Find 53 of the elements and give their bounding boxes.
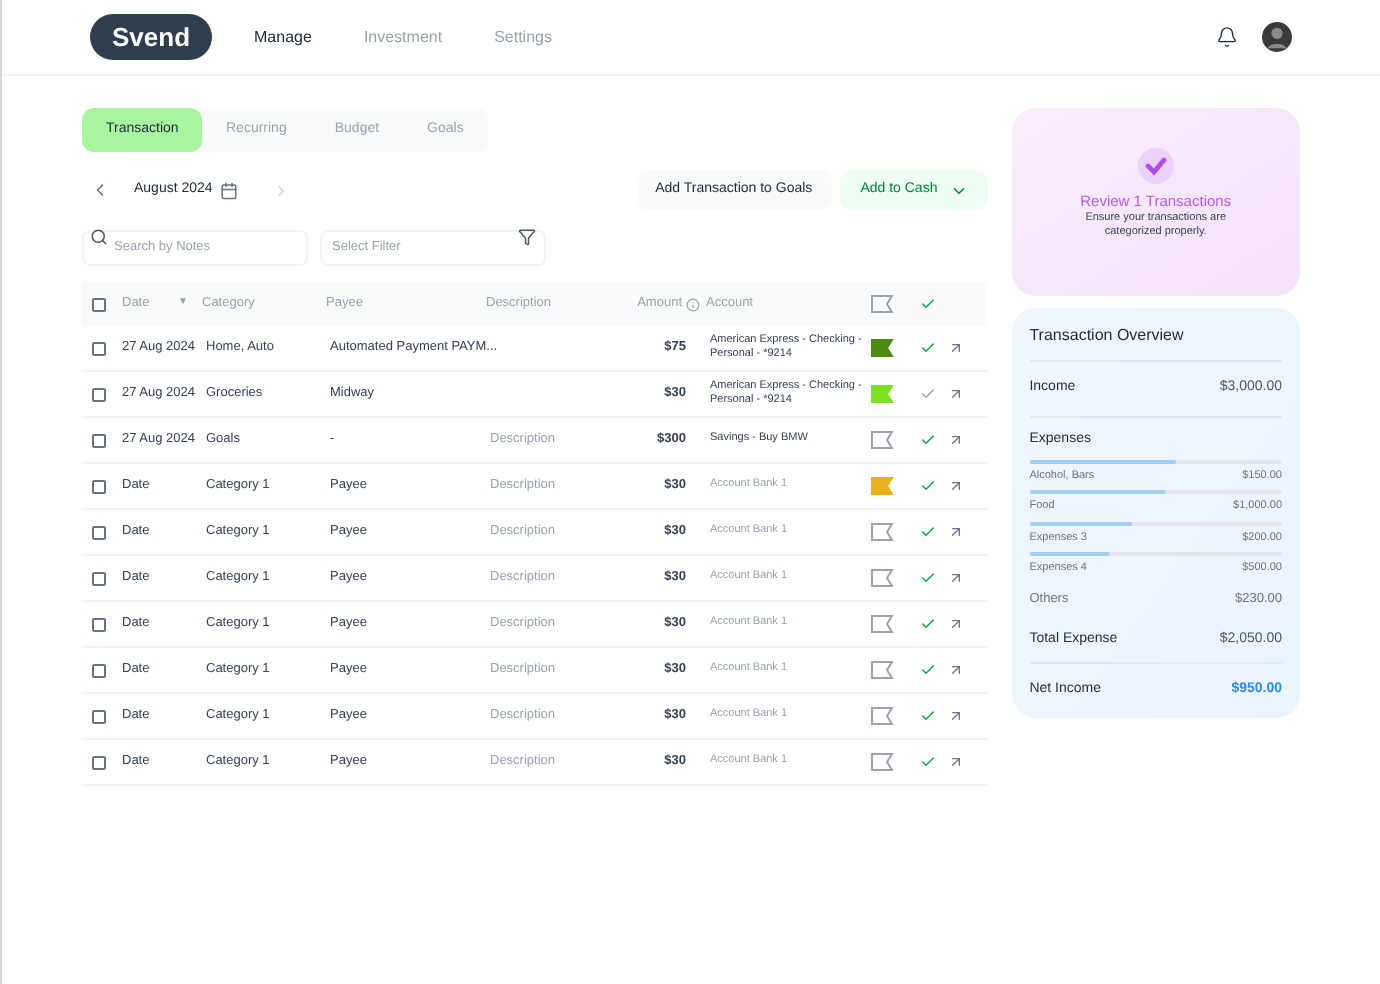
open-icon[interactable] (948, 616, 964, 632)
check-icon[interactable] (920, 340, 936, 356)
flag-icon[interactable] (870, 752, 894, 772)
row-checkbox[interactable] (92, 571, 106, 585)
open-icon[interactable] (948, 478, 964, 494)
info-icon[interactable] (686, 297, 700, 311)
open-icon[interactable] (948, 708, 964, 724)
row-checkbox[interactable] (92, 341, 106, 355)
nav-link[interactable]: Settings (494, 25, 552, 49)
flag-icon[interactable] (870, 660, 894, 680)
notification-icon[interactable] (1216, 26, 1238, 48)
check-icon[interactable] (920, 432, 936, 448)
flag-icon[interactable] (870, 614, 894, 634)
filter-icon (518, 227, 536, 245)
check-icon[interactable] (920, 708, 936, 724)
flag-icon[interactable] (870, 430, 894, 450)
flag-icon[interactable] (870, 522, 894, 542)
overview-title: Transaction Overview (1029, 324, 1282, 362)
flag-icon[interactable] (870, 338, 894, 358)
row-checkbox[interactable] (92, 617, 106, 631)
open-icon[interactable] (948, 432, 964, 448)
open-icon[interactable] (948, 524, 964, 540)
flag-icon[interactable] (870, 294, 894, 314)
check-icon[interactable] (920, 570, 936, 586)
avatar[interactable] (1262, 22, 1292, 52)
nav-link[interactable]: Manage (254, 25, 312, 49)
calendar-icon[interactable] (220, 181, 239, 199)
checkmark-badge-icon (1137, 148, 1174, 184)
open-icon[interactable] (948, 570, 964, 586)
check-icon[interactable] (920, 662, 936, 678)
open-icon[interactable] (948, 754, 964, 770)
row-checkbox[interactable] (92, 755, 106, 769)
row-checkbox[interactable] (92, 433, 106, 447)
open-icon[interactable] (948, 386, 964, 402)
row-checkbox[interactable] (92, 387, 106, 401)
row-checkbox[interactable] (92, 663, 106, 677)
flag-icon[interactable] (870, 706, 894, 726)
open-icon[interactable] (948, 340, 964, 356)
search-icon (90, 227, 108, 245)
logo[interactable]: Svend (90, 13, 213, 61)
flag-icon[interactable] (870, 568, 894, 588)
check-icon[interactable] (920, 754, 936, 770)
check-icon[interactable] (920, 478, 936, 494)
check-icon[interactable] (920, 616, 936, 632)
nav-link[interactable]: Investment (363, 25, 443, 49)
check-icon[interactable] (920, 296, 936, 312)
row-checkbox[interactable] (92, 525, 106, 539)
open-icon[interactable] (948, 662, 964, 678)
select-all-checkbox[interactable] (92, 297, 106, 311)
check-icon[interactable] (920, 524, 936, 540)
check-icon[interactable] (920, 386, 936, 402)
row-checkbox[interactable] (92, 479, 106, 493)
row-checkbox[interactable] (92, 709, 106, 723)
